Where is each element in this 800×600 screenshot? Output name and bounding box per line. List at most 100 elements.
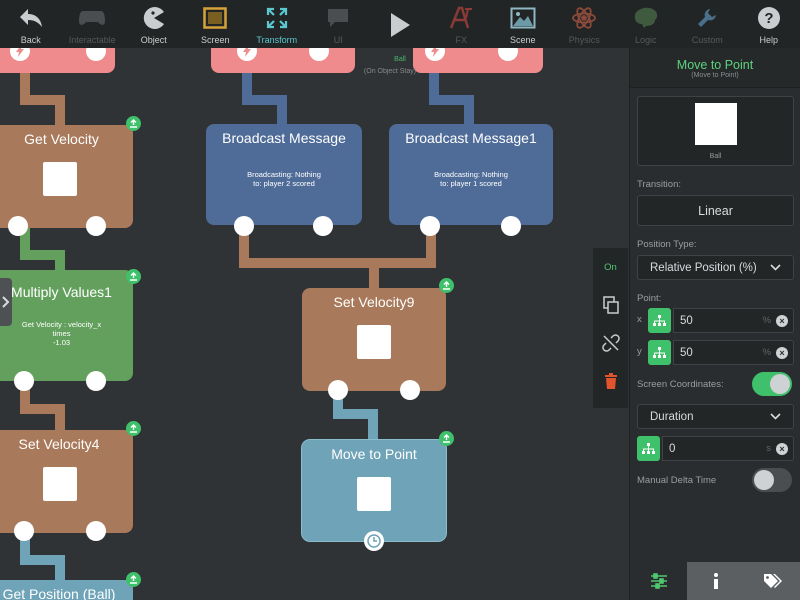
inspector-title: Move to Point [676,58,754,72]
app-window: Back Interactable Object Screen Transfor… [0,0,800,600]
ui-label: UI [333,35,343,45]
output-port[interactable] [501,216,521,236]
lightning-icon [428,48,442,58]
broadcast-message-node[interactable]: Broadcast Message Broadcasting: Nothing … [206,124,362,236]
get-velocity-node[interactable]: Get Velocity [0,125,133,236]
hierarchy-button[interactable] [637,436,660,461]
tab-tags[interactable] [744,562,800,600]
duration-dropdown[interactable]: Duration [637,404,794,429]
output-port[interactable] [313,216,333,236]
unlink-icon [601,334,620,352]
output-port[interactable] [400,380,420,400]
help-button[interactable]: ? Help [738,0,800,48]
fx-button[interactable]: FX [431,0,493,48]
duration-input[interactable]: 0 s × [662,436,794,461]
percent-unit: % [762,315,771,326]
clear-icon[interactable]: × [776,443,788,455]
output-port[interactable] [86,48,106,61]
output-port[interactable] [309,48,329,61]
percent-unit: % [762,347,771,358]
output-port[interactable] [86,521,106,541]
clear-icon[interactable]: × [776,315,788,327]
object-preview[interactable]: Ball [637,96,794,166]
add-output-icon[interactable] [126,421,141,436]
custom-button[interactable]: Custom [677,0,739,48]
on-toggle[interactable]: On [593,248,628,286]
trigger-node-left[interactable] [0,48,115,73]
duration-row: 0 s × [637,436,794,461]
wire [368,409,378,441]
manual-delta-toggle[interactable] [752,468,792,492]
y-axis-label: y [637,346,642,357]
chevron-down-icon [770,264,781,271]
toolbar: Back Interactable Object Screen Transfor… [0,0,800,48]
node-canvas[interactable]: Ball (On Object Stay) Get Velocity Multi… [0,48,630,600]
position-type-label: Position Type: [637,239,697,250]
chevron-right-icon [2,296,10,308]
output-port[interactable] [498,48,518,61]
node-thumbnail [43,162,77,196]
logic-button[interactable]: Logic [615,0,677,48]
tab-settings[interactable] [630,562,687,600]
add-output-icon[interactable] [439,431,454,446]
play-button[interactable] [369,0,431,48]
add-output-icon[interactable] [126,269,141,284]
trigger-node-center[interactable] [211,48,355,73]
wire [55,250,65,270]
broadcast-message1-node[interactable]: Broadcast Message1 Broadcasting: Nothing… [389,124,553,236]
add-output-icon[interactable] [439,278,454,293]
manual-delta-label: Manual Delta Time [637,475,717,486]
disconnect-button[interactable] [593,324,628,362]
screen-button[interactable]: Screen [185,0,247,48]
screen-coordinates-toggle[interactable] [752,372,792,396]
output-port[interactable] [234,216,254,236]
transition-button[interactable]: Linear [637,195,794,226]
set-velocity9-node[interactable]: Set Velocity9 [302,288,446,400]
lightning-icon [240,48,254,58]
trigger-node-right[interactable] [413,48,543,73]
inspector-subtitle: (Move to Point) [691,72,739,79]
node-thumbnail [357,477,391,511]
output-port[interactable] [420,216,440,236]
interactable-button[interactable]: Interactable [62,0,124,48]
delete-button[interactable] [593,362,628,400]
wire [55,404,65,432]
tab-info[interactable] [687,562,744,600]
output-port[interactable] [86,371,106,391]
set-velocity4-node[interactable]: Set Velocity4 [0,430,133,541]
node-title: Move to Point [331,446,417,462]
output-port[interactable] [328,380,348,400]
svg-text:?: ? [764,10,773,27]
hierarchy-icon [653,315,666,326]
left-panel-handle[interactable] [0,278,12,326]
duplicate-button[interactable] [593,286,628,324]
point-x-input[interactable]: 50 % × [673,308,794,333]
move-to-point-node[interactable]: Move to Point [302,440,446,551]
hierarchy-icon [653,347,666,358]
timer-port[interactable] [364,531,384,551]
ui-button[interactable]: UI [308,0,370,48]
object-button[interactable]: Object [123,0,185,48]
point-y-input[interactable]: 50 % × [673,340,794,365]
scene-button[interactable]: Scene [492,0,554,48]
node-title: Set Velocity4 [18,436,100,452]
multiply-values-node[interactable]: Multiply Values1 Get Velocity : velocity… [0,270,133,391]
add-output-icon[interactable] [126,572,141,587]
hierarchy-button[interactable] [648,308,671,333]
output-port[interactable] [14,371,34,391]
add-output-icon[interactable] [126,116,141,131]
get-position-node[interactable]: Get Position (Ball) [0,580,133,600]
node-title: Get Position (Ball) [2,586,116,600]
clear-icon[interactable]: × [776,347,788,359]
seconds-unit: s [766,443,771,454]
output-port[interactable] [8,216,28,236]
position-type-dropdown[interactable]: Relative Position (%) [637,255,794,280]
back-button[interactable]: Back [0,0,62,48]
physics-button[interactable]: Physics [554,0,616,48]
node-title: Multiply Values1 [11,284,112,300]
atom-icon [569,3,599,33]
output-port[interactable] [86,216,106,236]
hierarchy-button[interactable] [648,340,671,365]
output-port[interactable] [14,521,34,541]
transform-button[interactable]: Transform [246,0,308,48]
